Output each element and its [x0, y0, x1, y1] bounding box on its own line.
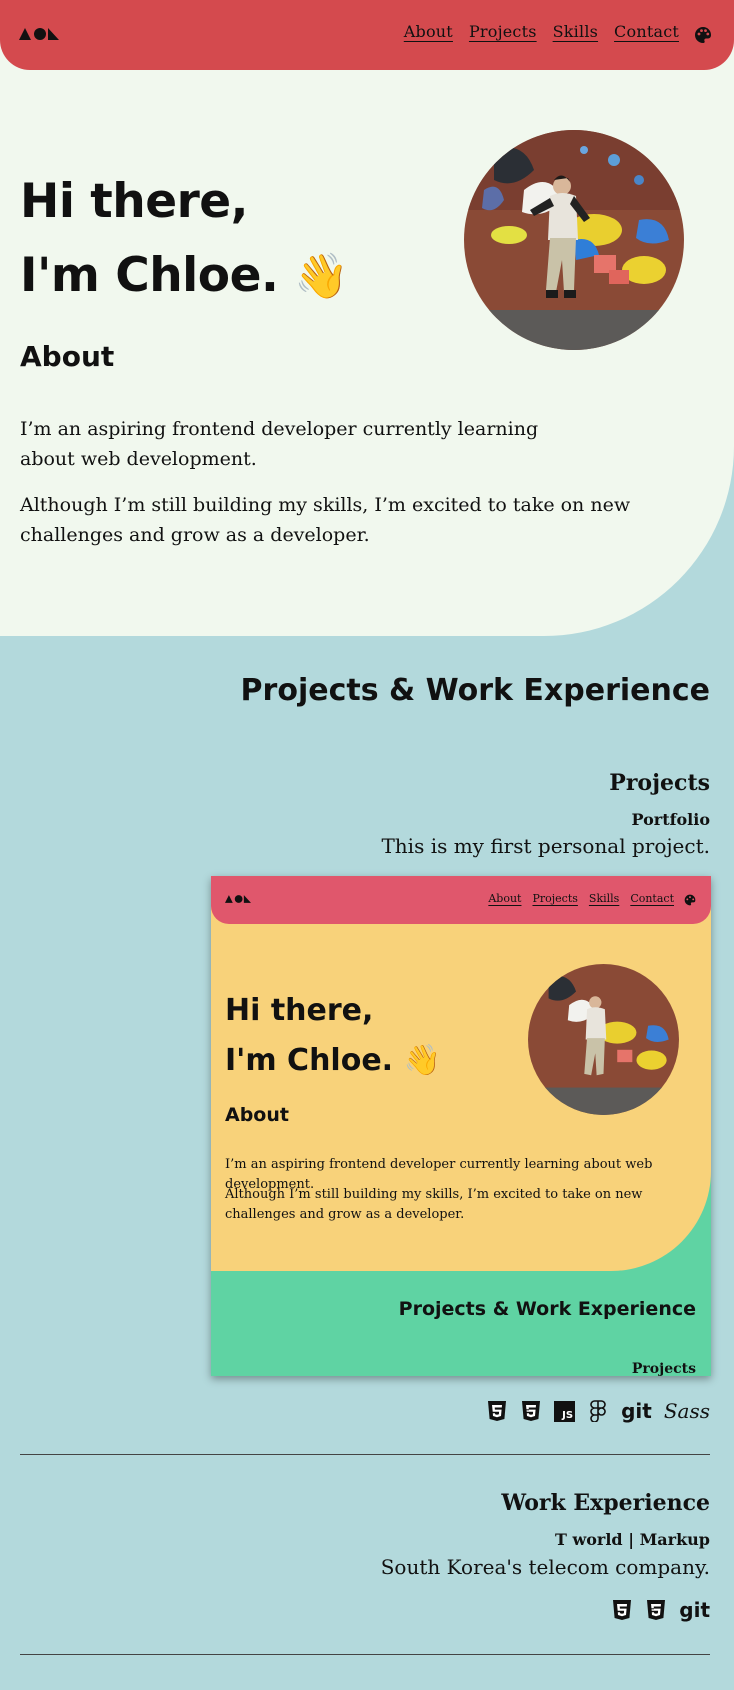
avatar-photo	[464, 130, 684, 350]
preview-avatar-photo	[528, 964, 679, 1115]
about-paragraph-1: I’m an aspiring frontend developer curre…	[20, 418, 539, 470]
project-tech-icons: JS git Sass	[486, 1400, 710, 1422]
preview-about-paragraph-2: Although I’m still building my skills, I…	[225, 1187, 643, 1222]
preview-section-title: Projects & Work Experience	[398, 1298, 696, 1320]
nav-link-contact[interactable]: Contact	[614, 22, 679, 41]
html5-icon	[613, 1600, 632, 1620]
nav-link-skills[interactable]: Skills	[553, 22, 598, 41]
top-nav: About Projects Skills Contact	[0, 0, 734, 70]
divider-1	[20, 1454, 710, 1455]
logo-icon[interactable]	[19, 27, 59, 41]
git-icon: git	[621, 1399, 652, 1423]
divider-2	[20, 1654, 710, 1655]
preview-title: Hi there, I'm Chloe. 👋	[225, 986, 441, 1086]
css3-icon	[522, 1401, 541, 1421]
work-tech-icons: git	[611, 1599, 710, 1621]
preview-nav-skills: Skills	[588, 892, 620, 905]
greeting-line-2: I'm Chloe.	[20, 248, 279, 303]
projects-section-title: Projects & Work Experience	[240, 673, 710, 708]
work-experience-heading: Work Experience	[501, 1490, 710, 1516]
nav-link-projects[interactable]: Projects	[469, 22, 537, 41]
figma-icon	[590, 1400, 606, 1422]
avatar	[464, 130, 684, 350]
preview-projects-heading: Projects	[631, 1361, 696, 1376]
sass-icon: Sass	[663, 1399, 710, 1423]
preview-logo-icon	[225, 895, 251, 903]
hero-section: Hi there, I'm Chloe. 👋 About I’m an aspi…	[0, 0, 734, 636]
preview-palette-icon	[684, 894, 696, 906]
preview-avatar	[528, 964, 679, 1115]
about-heading: About	[20, 340, 115, 373]
preview-nav-about: About	[488, 892, 522, 905]
preview-hero: Hi there, I'm Chloe. 👋 About I’m an aspi…	[211, 876, 711, 1271]
preview-greeting-line-2: I'm Chloe.	[225, 1043, 394, 1078]
javascript-icon-label: JS	[562, 1409, 574, 1421]
wave-emoji: 👋	[294, 251, 349, 302]
project-description: This is my first personal project.	[381, 834, 710, 858]
hero-title: Hi there, I'm Chloe. 👋	[20, 165, 349, 314]
preview-wave-emoji: 👋	[403, 1043, 441, 1078]
project-preview[interactable]: Hi there, I'm Chloe. 👋 About I’m an aspi…	[211, 876, 711, 1376]
work-description: South Korea's telecom company.	[380, 1555, 710, 1579]
html5-icon	[488, 1401, 507, 1421]
project-name: Portfolio	[631, 810, 710, 829]
nav-link-about[interactable]: About	[404, 22, 453, 41]
palette-icon[interactable]	[694, 26, 712, 44]
preview-nav-links: About Projects Skills Contact	[488, 892, 674, 905]
preview-greeting-line-1: Hi there,	[225, 993, 374, 1028]
javascript-icon: JS	[554, 1400, 576, 1422]
preview-nav-projects: Projects	[532, 892, 578, 905]
preview-nav-contact: Contact	[630, 892, 674, 905]
preview-nav: About Projects Skills Contact	[211, 876, 711, 924]
projects-heading: Projects	[609, 770, 710, 796]
greeting-line-1: Hi there,	[20, 174, 249, 229]
git-icon: git	[679, 1598, 710, 1622]
nav-links: About Projects Skills Contact	[404, 22, 679, 41]
preview-about-heading: About	[225, 1104, 289, 1126]
work-name: T world | Markup	[555, 1530, 710, 1549]
css3-icon	[647, 1600, 666, 1620]
about-paragraph-2: Although I’m still building my skills, I…	[20, 494, 631, 546]
